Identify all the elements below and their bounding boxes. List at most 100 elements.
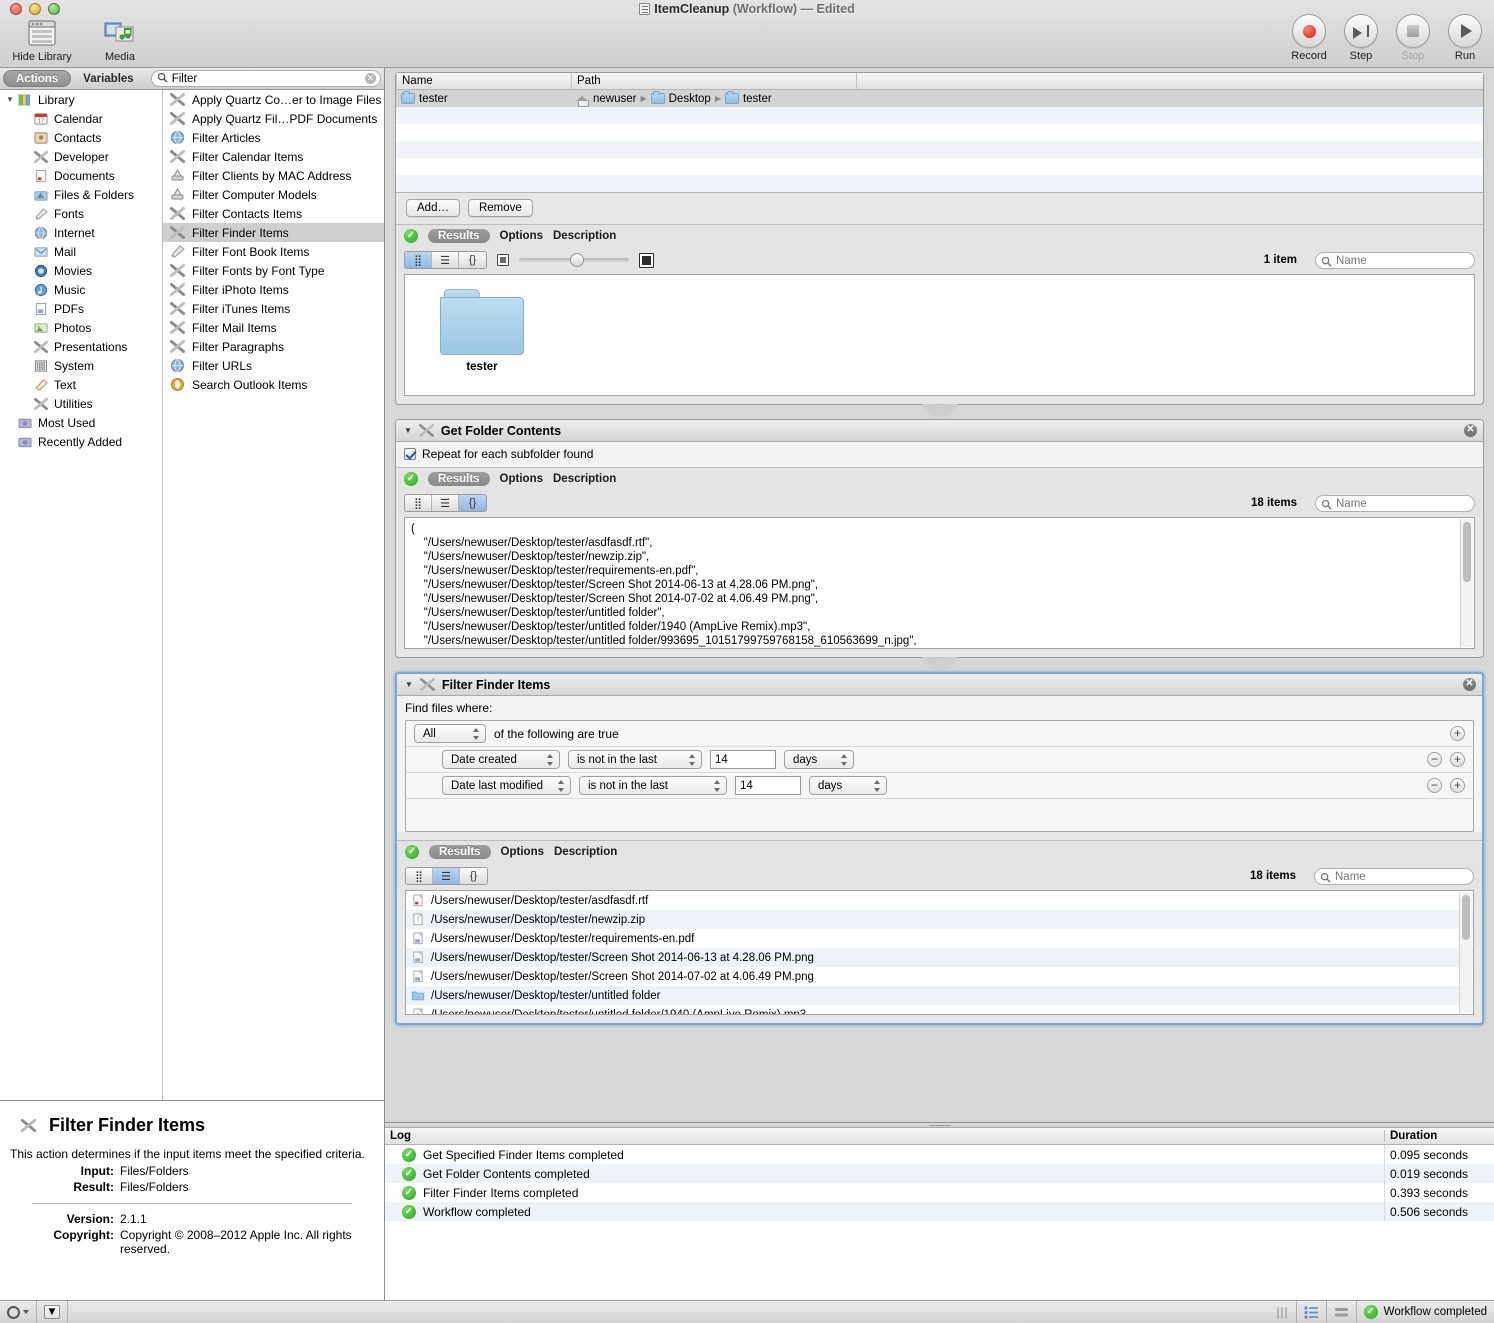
library-action-list[interactable]: Apply Quartz Co…er to Image Files Apply Q…: [163, 90, 384, 1100]
view-list-mode[interactable]: ☰: [433, 868, 460, 884]
list-item[interactable]: /Users/newuser/Desktop/tester/untitled f…: [406, 1005, 1473, 1014]
filter-results-list[interactable]: /Users/newuser/Desktop/tester/asdfasdf.r…: [406, 891, 1473, 1014]
library-action-item[interactable]: Search Outlook Items: [163, 375, 384, 394]
tab-options[interactable]: Options: [500, 230, 543, 242]
log-row[interactable]: ✓ Get Specified Finder Items completed 0.0…: [385, 1145, 1494, 1164]
library-category-presentations[interactable]: Presentations: [0, 337, 162, 356]
criteria-unit-popup[interactable]: days: [784, 750, 854, 769]
remove-criteria-button[interactable]: −: [1427, 778, 1442, 793]
library-category-utilities[interactable]: Utilities: [0, 394, 162, 413]
library-filter-input[interactable]: [150, 70, 381, 87]
criteria-unit-popup[interactable]: days: [809, 776, 887, 795]
list-item[interactable]: /Users/newuser/Desktop/tester/requiremen…: [406, 929, 1473, 948]
scrollbar-thumb[interactable]: [1462, 895, 1470, 940]
library-action-item[interactable]: Filter iPhoto Items: [163, 280, 384, 299]
library-category-calendar[interactable]: 17 Calendar: [0, 109, 162, 128]
view-mode-switch[interactable]: ⣿ ☰ {}: [404, 251, 487, 269]
library-action-item[interactable]: Filter Fonts by Font Type: [163, 261, 384, 280]
step-button[interactable]: Step: [1340, 14, 1382, 62]
view-icon-mode[interactable]: ⣿: [406, 868, 433, 884]
tab-results[interactable]: Results: [428, 228, 490, 243]
library-action-item[interactable]: Filter iTunes Items: [163, 299, 384, 318]
library-category-developer[interactable]: Developer: [0, 147, 162, 166]
view-code-mode[interactable]: {}: [460, 868, 487, 884]
disclosure-triangle-icon[interactable]: ▼: [6, 95, 17, 104]
library-action-item[interactable]: Filter Articles: [163, 128, 384, 147]
record-button[interactable]: Record: [1288, 14, 1330, 62]
library-category-list[interactable]: ▼ Library 17 Calendar Contacts Developer Docum…: [0, 90, 163, 1100]
library-action-item[interactable]: Filter Contacts Items: [163, 204, 384, 223]
tab-options[interactable]: Options: [500, 473, 543, 485]
action2-search-input[interactable]: [1316, 496, 1474, 511]
library-action-item[interactable]: Filter Mail Items: [163, 318, 384, 337]
library-category-fonts[interactable]: Fonts: [0, 204, 162, 223]
view-code-mode[interactable]: {}: [459, 252, 486, 268]
tab-actions[interactable]: Actions: [3, 70, 72, 87]
library-action-item[interactable]: Filter Computer Models: [163, 185, 384, 204]
log-resize-handle[interactable]: [385, 1123, 1494, 1128]
tab-results[interactable]: Results: [429, 844, 491, 859]
action2-search-field[interactable]: [1315, 494, 1475, 512]
list-item[interactable]: /Users/newuser/Desktop/tester/untitled f…: [406, 986, 1473, 1005]
workflow-scroll-area[interactable]: Name Path tester newuser ▶ Desktop ▶ tes…: [385, 68, 1494, 1122]
library-action-item[interactable]: Filter Font Book Items: [163, 242, 384, 261]
result-item[interactable]: tester: [427, 289, 537, 395]
action2-header[interactable]: ▼ Get Folder Contents ✕: [396, 420, 1483, 442]
tab-variables[interactable]: Variables: [71, 70, 146, 87]
filter-log-button[interactable]: ▼: [37, 1301, 67, 1323]
library-action-item[interactable]: Filter Finder Items: [163, 223, 384, 242]
add-criteria-button[interactable]: +: [1450, 752, 1465, 767]
disclosure-triangle-icon[interactable]: ▼: [405, 680, 413, 689]
hide-library-button[interactable]: Hide Library: [10, 16, 74, 63]
criteria-field-popup[interactable]: Date last modified: [442, 776, 571, 795]
clear-filter-icon[interactable]: ✕: [365, 73, 376, 84]
close-icon[interactable]: ✕: [1463, 678, 1476, 691]
criteria-condition-popup[interactable]: is not in the last: [568, 750, 702, 769]
library-category-contacts[interactable]: Contacts: [0, 128, 162, 147]
log-column-header-duration[interactable]: Duration: [1384, 1130, 1494, 1142]
log-row[interactable]: ✓ Get Folder Contents completed 0.019 seco…: [385, 1164, 1494, 1183]
remove-button[interactable]: Remove: [467, 199, 533, 217]
library-category-text[interactable]: Text: [0, 375, 162, 394]
library-category-movies[interactable]: Movies: [0, 261, 162, 280]
library-category-internet[interactable]: Internet: [0, 223, 162, 242]
tab-description[interactable]: Description: [554, 846, 617, 858]
library-action-item[interactable]: Filter Paragraphs: [163, 337, 384, 356]
run-button[interactable]: Run: [1444, 14, 1486, 62]
remove-criteria-button[interactable]: −: [1427, 752, 1442, 767]
action2-results-codeview[interactable]: ( "/Users/newuser/Desktop/tester/asdfasd…: [404, 517, 1475, 649]
library-action-item[interactable]: Apply Quartz Fil…PDF Documents: [163, 109, 384, 128]
library-category-mail[interactable]: Mail: [0, 242, 162, 261]
list-item[interactable]: /Users/newuser/Desktop/tester/newzip.zip: [406, 910, 1473, 929]
resize-grip[interactable]: |||: [1269, 1301, 1295, 1323]
criteria-value-input[interactable]: [735, 776, 801, 795]
view-icon-mode[interactable]: ⣿: [405, 495, 432, 511]
view-list-mode[interactable]: ☰: [432, 495, 459, 511]
show-log-list-button[interactable]: [1297, 1301, 1326, 1323]
tab-description[interactable]: Description: [553, 230, 616, 242]
library-category-recently-added[interactable]: Recently Added: [0, 432, 162, 451]
log-row[interactable]: ✓ Workflow completed 0.506 seconds: [385, 1202, 1494, 1221]
column-header-path[interactable]: Path: [571, 73, 856, 89]
library-category-system[interactable]: System: [0, 356, 162, 375]
settings-menu-button[interactable]: [0, 1301, 36, 1323]
library-category-music[interactable]: Music: [0, 280, 162, 299]
library-category-documents[interactable]: Documents: [0, 166, 162, 185]
slider-knob[interactable]: [569, 253, 584, 267]
criteria-condition-popup[interactable]: is not in the last: [579, 776, 727, 795]
view-code-mode[interactable]: {}: [459, 495, 486, 511]
list-item[interactable]: /Users/newuser/Desktop/tester/Screen Sho…: [406, 967, 1473, 986]
match-mode-popup[interactable]: All: [414, 724, 486, 743]
library-action-item[interactable]: Filter Calendar Items: [163, 147, 384, 166]
action3-search-input[interactable]: [1315, 869, 1473, 884]
add-button[interactable]: Add…: [406, 199, 460, 217]
library-category-photos[interactable]: Photos: [0, 318, 162, 337]
library-category-library[interactable]: ▼ Library: [0, 90, 162, 109]
table-row[interactable]: tester newuser ▶ Desktop ▶ tester: [396, 90, 1483, 107]
library-category-most-used[interactable]: Most Used: [0, 413, 162, 432]
list-item[interactable]: /Users/newuser/Desktop/tester/asdfasdf.r…: [406, 891, 1473, 910]
library-action-item[interactable]: Filter URLs: [163, 356, 384, 375]
view-icon-mode[interactable]: ⣿: [405, 252, 432, 268]
vertical-scrollbar[interactable]: [1459, 892, 1472, 1013]
list-item[interactable]: /Users/newuser/Desktop/tester/Screen Sho…: [406, 948, 1473, 967]
